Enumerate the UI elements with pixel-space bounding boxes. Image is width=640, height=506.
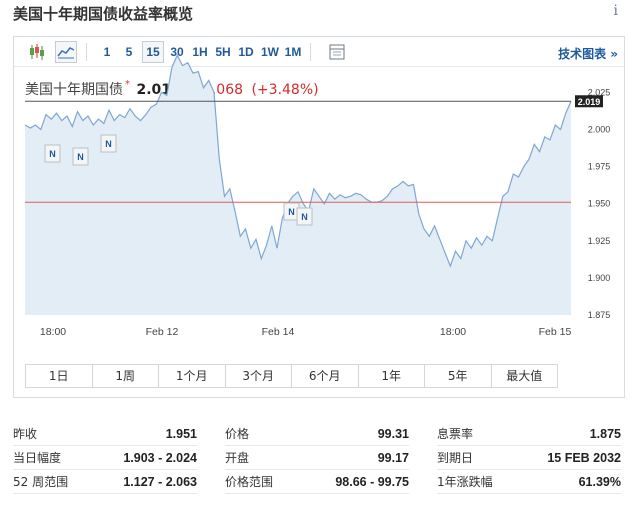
news-marker-label: N: [105, 139, 112, 149]
stat-row: 1年涨跌幅 61.39%: [437, 470, 621, 494]
stat-row: 到期日 15 FEB 2032: [437, 446, 621, 470]
news-marker-label: N: [301, 212, 308, 222]
stat-value: 1.875: [589, 427, 621, 441]
stat-label: 价格: [225, 427, 250, 441]
stat-value: 61.39%: [578, 475, 621, 489]
y-tick-label: 1.975: [588, 162, 611, 172]
stat-label: 当日幅度: [13, 451, 62, 465]
stat-value: 99.17: [377, 451, 409, 465]
time-range-selector: 1日 1周 1个月 3个月 6个月 1年 5年 最大值: [25, 364, 558, 388]
range-1w[interactable]: 1周: [93, 365, 159, 387]
stat-row: 昨收 1.951: [13, 422, 197, 446]
chart-panel: 1 5 15 30 1H 5H 1D 1W 1M 技术图表 » 美国十年期国债 *…: [13, 36, 625, 398]
yield-chart[interactable]: 英为财情Investing.com2.0252.0001.9751.9501.9…: [14, 37, 624, 357]
x-tick-label: Feb 12: [146, 326, 179, 338]
stat-value: 99.31: [377, 427, 409, 441]
stat-value: 1.903 - 2.024: [123, 451, 197, 465]
stat-row: 52 周范围 1.127 - 2.063: [13, 470, 197, 494]
y-tick-label: 1.875: [588, 310, 611, 320]
stat-row: 价格 99.31: [225, 422, 409, 446]
stat-label: 开盘: [225, 451, 250, 465]
y-tick-label: 1.950: [588, 199, 611, 209]
stat-label: 1年涨跌幅: [437, 475, 493, 489]
header: 美国十年期国债收益率概览 i: [0, 0, 640, 30]
stat-label: 昨收: [13, 427, 38, 441]
stat-value: 98.66 - 99.75: [335, 475, 409, 489]
y-tick-label: 2.000: [588, 124, 611, 134]
area-fill: [25, 55, 571, 316]
stat-value: 15 FEB 2032: [547, 451, 621, 465]
stat-row: 息票率 1.875: [437, 422, 621, 446]
y-tick-label: 1.900: [588, 273, 611, 283]
news-marker-label: N: [288, 207, 295, 217]
range-5y[interactable]: 5年: [425, 365, 492, 387]
range-1d[interactable]: 1日: [26, 365, 93, 387]
current-price-tag-label: 2.019: [578, 97, 601, 107]
x-tick-label: Feb 15: [539, 326, 572, 338]
x-tick-label: Feb 14: [262, 326, 295, 338]
range-1m[interactable]: 1个月: [159, 365, 226, 387]
range-6m[interactable]: 6个月: [292, 365, 359, 387]
y-tick-label: 1.925: [588, 236, 611, 246]
x-tick-label: 18:00: [440, 326, 466, 338]
info-icon[interactable]: i: [614, 3, 618, 19]
stat-label: 52 周范围: [13, 475, 69, 489]
stat-row: 价格范围 98.66 - 99.75: [225, 470, 409, 494]
news-marker-label: N: [49, 149, 56, 159]
news-marker-label: N: [77, 152, 84, 162]
stat-label: 到期日: [437, 451, 474, 465]
range-3m[interactable]: 3个月: [226, 365, 292, 387]
stat-label: 息票率: [437, 427, 474, 441]
stats-column: 昨收 1.951 当日幅度 1.903 - 2.024 52 周范围 1.127 - …: [13, 422, 197, 494]
stats-column: 价格 99.31 开盘 99.17 价格范围 98.66 - 99.75: [225, 422, 409, 494]
stat-row: 当日幅度 1.903 - 2.024: [13, 446, 197, 470]
stats-column: 息票率 1.875 到期日 15 FEB 2032 1年涨跌幅 61.39%: [437, 422, 621, 494]
stat-value: 1.951: [165, 427, 197, 441]
stat-value: 1.127 - 2.063: [123, 475, 197, 489]
range-max[interactable]: 最大值: [492, 365, 558, 387]
stat-row: 开盘 99.17: [225, 446, 409, 470]
page-title: 美国十年期国债收益率概览: [13, 5, 194, 23]
x-tick-label: 18:00: [40, 326, 66, 338]
range-1y[interactable]: 1年: [359, 365, 425, 387]
stat-label: 价格范围: [225, 475, 274, 489]
